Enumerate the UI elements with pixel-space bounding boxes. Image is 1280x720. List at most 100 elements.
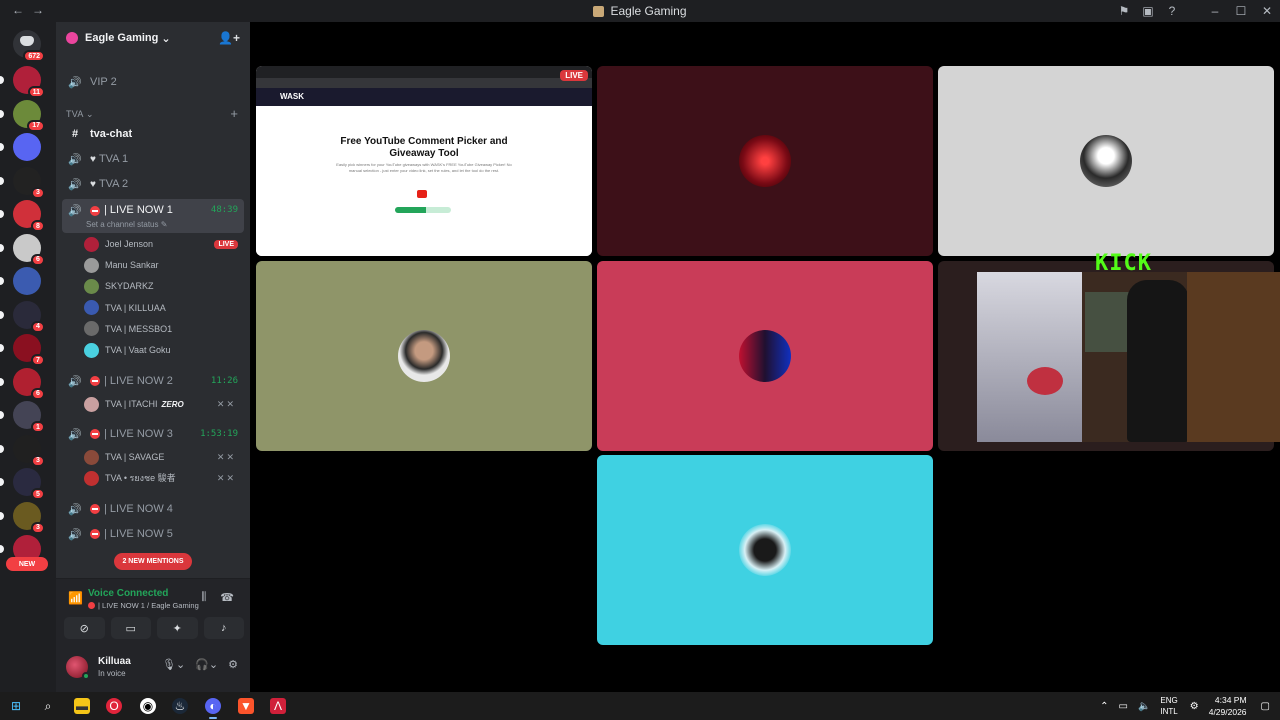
headphones-icon[interactable]: 🎧⌄ <box>195 658 218 671</box>
kick-logo: KICK <box>1095 251 1152 276</box>
server-header[interactable]: Eagle Gaming ⌄ 👤+ <box>56 22 250 54</box>
voice-user[interactable]: TVA • รยงชe 駿者 ✕✕ <box>84 468 242 488</box>
server-icon-10[interactable]: 1 <box>0 401 45 433</box>
help-icon[interactable]: ? <box>1160 0 1184 22</box>
server-icon-5[interactable]: 6 <box>0 233 45 266</box>
channel-live-now-5[interactable]: 🔊 | LIVE NOW 5 <box>62 523 244 545</box>
user-status: In voice <box>98 669 126 678</box>
screen-share-button[interactable]: ▭ <box>110 617 151 639</box>
file-explorer-icon[interactable]: ▬ <box>74 698 90 714</box>
stream-tile[interactable]: WASK Free YouTube Comment Picker and Give… <box>256 66 592 256</box>
server-icon-1[interactable]: 17 <box>0 99 45 132</box>
voice-channel[interactable]: | LIVE NOW 1 / Eagle Gaming <box>88 601 199 610</box>
muted-icons: ✕✕ <box>216 472 236 483</box>
steam-icon[interactable]: ♨ <box>172 698 188 714</box>
back-button[interactable]: ← <box>12 3 24 17</box>
settings-icon[interactable]: ⚙ <box>228 658 238 671</box>
maximize-button[interactable]: ☐ <box>1228 0 1254 22</box>
server-icon-2[interactable] <box>0 133 41 161</box>
participant-tile[interactable] <box>597 455 933 645</box>
voice-user[interactable]: TVA | Vaat Goku <box>84 340 242 360</box>
server-icon-11[interactable]: 3 <box>0 434 45 467</box>
soundboard-button[interactable]: ♪ <box>203 617 244 639</box>
add-channel-icon[interactable]: + <box>230 106 238 121</box>
server-icon-4[interactable]: 8 <box>0 200 45 232</box>
opera-icon[interactable]: O <box>106 698 122 714</box>
channel-live-now-3[interactable]: 🔊 | LIVE NOW 3 1:53:19 <box>62 423 244 445</box>
voice-user[interactable]: Manu Sankar <box>84 255 242 275</box>
avatar <box>739 135 791 187</box>
home-button[interactable]: 672 <box>13 30 45 62</box>
channel-tva1[interactable]: 🔊 ♥ TVA 1 <box>62 148 244 170</box>
participant-tile[interactable] <box>597 66 933 256</box>
discord-app-icon[interactable]: ◐ <box>205 698 221 714</box>
new-pill[interactable]: NEW <box>6 557 48 571</box>
app-icon[interactable]: Λ <box>270 698 286 714</box>
voice-user[interactable]: TVA | KILLUAA <box>84 298 242 318</box>
channel-vip2[interactable]: 🔊 VIP 2 <box>62 71 244 93</box>
dnd-icon <box>90 206 100 216</box>
disconnect-icon[interactable]: ☎ <box>220 591 234 604</box>
server-icon-3[interactable]: 3 <box>0 166 45 199</box>
speaker-icon: 🔊 <box>68 503 82 516</box>
pin-icon[interactable]: ⚑ <box>1112 0 1136 22</box>
network-icon[interactable]: ▭ <box>1119 701 1128 712</box>
chrome-icon[interactable]: ◉ <box>140 698 156 714</box>
category-label: TVA <box>66 109 84 119</box>
mention-badge: 1 <box>31 421 45 433</box>
voice-user[interactable]: TVA | ITACHI ZERO ✕✕ <box>84 394 242 414</box>
inbox-icon[interactable]: ▣ <box>1136 0 1160 22</box>
voice-status[interactable]: Voice Connected <box>88 588 168 599</box>
windows-start-icon[interactable]: ⊞ <box>8 698 24 714</box>
dnd-icon <box>90 376 100 386</box>
speaker-icon: 🔊 <box>68 528 82 541</box>
microphone-icon[interactable]: 🎙⌄ <box>162 658 185 671</box>
browser-tabs <box>256 66 592 78</box>
server-icon-0[interactable]: 11 <box>0 66 45 98</box>
activities-button[interactable]: ✦ <box>157 617 198 639</box>
channel-tva-chat[interactable]: # tva-chat <box>62 123 244 145</box>
volume-icon[interactable]: 🔈 <box>1138 701 1150 712</box>
forward-button[interactable]: → <box>32 3 44 17</box>
voice-user[interactable]: Joel Jenson LIVE <box>84 234 242 254</box>
participant-tile[interactable] <box>256 261 592 451</box>
notification-icon[interactable]: ▢ <box>1261 701 1270 712</box>
search-icon[interactable]: ⌕ <box>40 698 56 714</box>
new-mentions-button[interactable]: 2 NEW MENTIONS <box>114 553 192 570</box>
server-icon-9[interactable]: 6 <box>0 367 45 400</box>
voice-user[interactable]: SKYDARKZ <box>84 276 242 296</box>
settings-icon[interactable]: ⚙ <box>1190 701 1199 712</box>
user-name: SKYDARKZ <box>105 281 154 292</box>
channel-live-now-2[interactable]: 🔊 | LIVE NOW 2 11:26 <box>62 370 244 392</box>
avatar[interactable] <box>66 656 90 680</box>
invite-icon[interactable]: 👤+ <box>218 31 240 45</box>
server-icon-6[interactable] <box>0 267 41 295</box>
window-title: Eagle Gaming <box>610 4 687 18</box>
channel-live-now-4[interactable]: 🔊 | LIVE NOW 4 <box>62 498 244 520</box>
close-button[interactable]: ✕ <box>1254 0 1280 22</box>
voice-user[interactable]: TVA | SAVAGE ✕✕ <box>84 447 242 467</box>
server-icon-8[interactable]: 7 <box>0 334 45 366</box>
signal-icon[interactable]: 📶 <box>68 591 83 605</box>
brave-icon[interactable]: ▼ <box>238 698 254 714</box>
clock[interactable]: 4:34 PM 4/29/2026 <box>1209 694 1247 718</box>
speaker-icon: 🔊 <box>68 375 82 388</box>
participant-tile[interactable] <box>938 66 1274 256</box>
participant-tile[interactable] <box>597 261 933 451</box>
avatar <box>84 300 99 316</box>
unread-pill <box>0 176 4 185</box>
noise-suppression-icon[interactable]: ⫼ <box>201 591 206 604</box>
dnd-icon <box>88 602 95 609</box>
minimize-button[interactable]: – <box>1202 0 1228 22</box>
language-indicator[interactable]: ENG INTL <box>1160 695 1177 717</box>
server-icon-7[interactable]: 4 <box>0 300 45 333</box>
unread-pill <box>0 210 4 218</box>
chevron-up-icon[interactable]: ⌃ <box>1100 701 1108 712</box>
server-icon-13[interactable]: 3 <box>0 501 45 534</box>
server-icon-12[interactable]: 5 <box>0 468 45 500</box>
category-tva[interactable]: TVA ⌄ <box>66 109 94 120</box>
channel-tva2[interactable]: 🔊 ♥ TVA 2 <box>62 173 244 195</box>
camera-off-button[interactable]: ⊘ <box>64 617 105 639</box>
voice-user[interactable]: TVA | MESSBO1 <box>84 319 242 339</box>
channel-status[interactable]: Set a channel status ✎ <box>86 220 167 229</box>
